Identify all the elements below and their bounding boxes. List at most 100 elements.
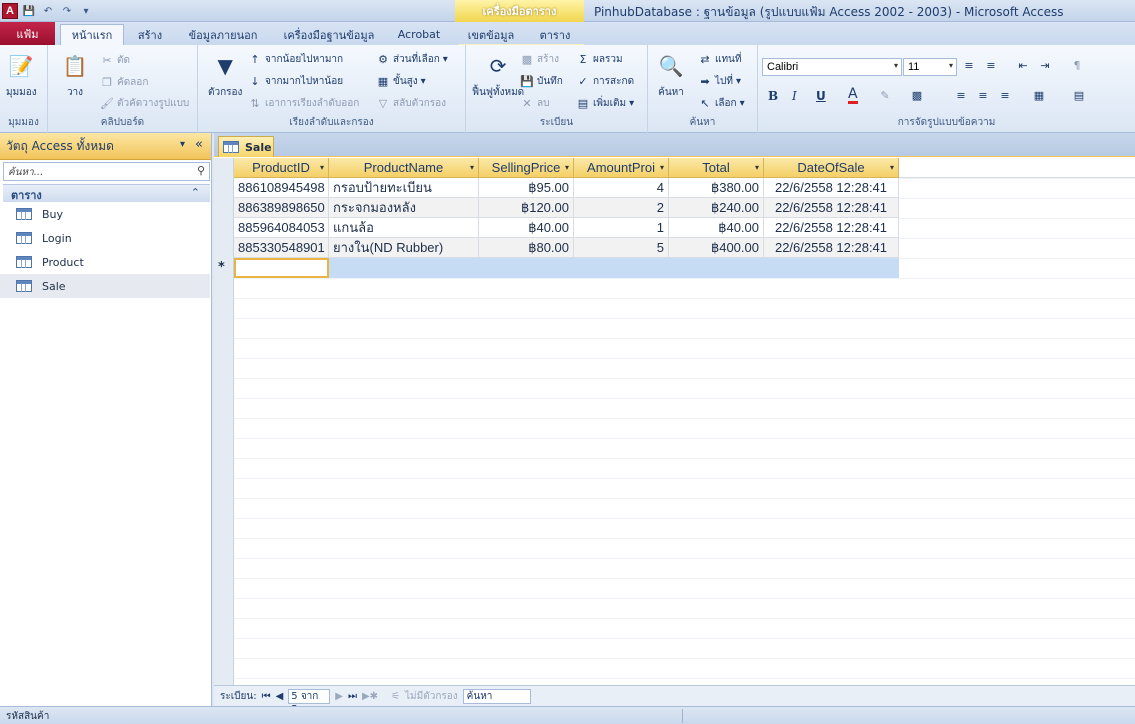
tab-home[interactable]: หน้าแรก (60, 24, 124, 45)
cell-productid[interactable]: 885330548901 (234, 238, 329, 258)
access-app-icon[interactable]: A (2, 3, 18, 19)
font-color-button[interactable]: A (848, 87, 858, 104)
format-painter-button[interactable]: 🖌 ตัวคัดวางรูปแบบ (100, 96, 189, 111)
column-header-amountproduct[interactable]: AmountProi ▾ (574, 158, 669, 178)
column-dropdown-icon[interactable]: ▾ (565, 163, 569, 172)
cell-productid[interactable]: 885964084053 (234, 218, 329, 238)
select-button[interactable]: ↖ เลือก ▾ (698, 96, 744, 111)
copy-button[interactable]: ❐ คัดลอก (100, 75, 148, 90)
cell-dateofsale[interactable]: 22/6/2558 12:28:41 (764, 178, 899, 198)
no-filter-label[interactable]: ไม่มีตัวกรอง (405, 689, 458, 704)
bullets-button[interactable]: ≡ (962, 59, 976, 73)
view-button[interactable]: 📝 มุมมอง (6, 51, 37, 100)
record-search-input[interactable]: ค้นหา (462, 688, 531, 704)
background-color-button[interactable]: ▩ (910, 89, 924, 103)
tab-external-data[interactable]: ข้อมูลภายนอก (184, 24, 262, 45)
nav-item-product[interactable]: Product (0, 250, 210, 274)
datasheet-grid[interactable]: ProductID ▾ ProductName ▾ SellingPrice ▾ Am… (214, 158, 1135, 685)
goto-button[interactable]: ➡ ไปที่ ▾ (698, 74, 741, 89)
cell-total[interactable]: ฿240.00 (669, 198, 764, 218)
sort-ascending-button[interactable]: ↑ จากน้อยไปหามาก (248, 52, 343, 67)
next-record-icon[interactable]: ▶ (335, 691, 343, 702)
alternate-row-color-button[interactable]: ▤ (1072, 89, 1086, 103)
document-tab-sale[interactable]: Sale (218, 136, 274, 157)
tab-acrobat[interactable]: Acrobat (393, 24, 445, 45)
record-selector-column[interactable] (214, 158, 234, 685)
tab-database-tools[interactable]: เครื่องมือฐานข้อมูล (280, 24, 378, 45)
tab-create[interactable]: สร้าง (132, 24, 168, 45)
font-size-select[interactable]: 11 ▾ (903, 58, 957, 76)
refresh-all-button[interactable]: ⟳ ฟื้นฟูทั้งหมด (472, 51, 524, 100)
nav-item-login[interactable]: Login (0, 226, 210, 250)
cell-amount[interactable]: 1 (574, 218, 669, 238)
align-right-button[interactable]: ≡ (998, 89, 1012, 103)
previous-record-icon[interactable]: ◀ (276, 691, 284, 702)
toggle-filter-button[interactable]: ▽ สลับตัวกรอง (376, 96, 446, 111)
first-record-icon[interactable]: ⏮ (262, 691, 271, 702)
new-record-nav-icon[interactable]: ▶✱ (362, 691, 378, 702)
selection-button[interactable]: ⚙ ส่วนที่เลือก ▾ (376, 52, 448, 67)
column-header-dateofsale[interactable]: DateOfSale ▾ (764, 158, 899, 178)
redo-icon[interactable]: ↷ (59, 3, 75, 19)
paste-button[interactable]: 📋 วาง (60, 51, 90, 100)
cell-sellingprice[interactable]: ฿40.00 (479, 218, 574, 238)
save-icon[interactable]: 💾 (21, 3, 37, 19)
column-header-productname[interactable]: ProductName ▾ (329, 158, 479, 178)
nav-pane-header[interactable]: วัตถุ Access ทั้งหมด ▾ « (0, 133, 211, 160)
paragraph-direction-button[interactable]: ¶ (1070, 59, 1084, 73)
spelling-button[interactable]: ✓ การสะกด (576, 74, 634, 89)
filter-button[interactable]: ▼ ตัวกรอง (208, 51, 242, 100)
nav-item-buy[interactable]: Buy (0, 202, 210, 226)
save-record-button[interactable]: 💾 บันทึก (520, 74, 563, 89)
cell-dateofsale[interactable]: 22/6/2558 12:28:41 (764, 238, 899, 258)
column-dropdown-icon[interactable]: ▾ (320, 163, 324, 172)
new-record-productid-cell[interactable] (234, 258, 329, 278)
column-header-total[interactable]: Total ▾ (669, 158, 764, 178)
column-dropdown-icon[interactable]: ▾ (470, 163, 474, 172)
font-name-select[interactable]: Calibri ▾ (762, 58, 902, 76)
search-icon[interactable]: ⚲ (197, 164, 205, 177)
cell-productname[interactable]: แกนล้อ (329, 218, 479, 238)
column-dropdown-icon[interactable]: ▾ (660, 163, 664, 172)
cell-productname[interactable]: ยางใน(ND Rubber) (329, 238, 479, 258)
remove-sort-button[interactable]: ⇅ เอาการเรียงลำดับออก (248, 96, 359, 111)
cell-productname[interactable]: กรอบป้ายทะเบียน (329, 178, 479, 198)
tab-table[interactable]: ตาราง (535, 24, 575, 45)
nav-group-tables[interactable]: ตาราง ⌃ (3, 184, 210, 202)
collapse-group-icon[interactable]: ⌃ (191, 186, 200, 199)
tab-file[interactable]: แฟ้ม (0, 22, 55, 45)
column-dropdown-icon[interactable]: ▾ (890, 163, 894, 172)
cell-dateofsale[interactable]: 22/6/2558 12:28:41 (764, 218, 899, 238)
last-record-icon[interactable]: ⏭ (348, 691, 357, 702)
tab-fields[interactable]: เขตข้อมูล (463, 24, 519, 45)
advanced-button[interactable]: ▦ ขั้นสูง ▾ (376, 74, 426, 89)
column-header-productid[interactable]: ProductID ▾ (234, 158, 329, 178)
increase-indent-button[interactable]: ⇥ (1038, 59, 1052, 73)
cell-total[interactable]: ฿40.00 (669, 218, 764, 238)
cell-sellingprice[interactable]: ฿120.00 (479, 198, 574, 218)
bold-button[interactable]: B (768, 89, 778, 103)
delete-record-button[interactable]: ✕ ลบ (520, 96, 549, 111)
customize-qat-icon[interactable]: ▾ (78, 3, 94, 19)
cell-productid[interactable]: 886389898650 (234, 198, 329, 218)
cut-button[interactable]: ✂ ตัด (100, 53, 130, 68)
cell-amount[interactable]: 4 (574, 178, 669, 198)
numbering-button[interactable]: ≡ (984, 59, 998, 73)
more-button[interactable]: ▤ เพิ่มเติม ▾ (576, 96, 634, 111)
cell-amount[interactable]: 5 (574, 238, 669, 258)
replace-button[interactable]: ⇄ แทนที่ (698, 52, 741, 67)
italic-button[interactable]: I (792, 89, 797, 103)
current-record-input[interactable]: 5 จาก 5 (288, 688, 331, 715)
undo-icon[interactable]: ↶ (40, 3, 56, 19)
totals-button[interactable]: Σ ผลรวม (576, 52, 623, 67)
align-left-button[interactable]: ≡ (954, 89, 968, 103)
underline-button[interactable]: U (816, 89, 826, 103)
collapse-pane-icon[interactable]: « (195, 137, 203, 152)
nav-item-sale[interactable]: Sale (0, 274, 210, 298)
cell-sellingprice[interactable]: ฿95.00 (479, 178, 574, 198)
sort-descending-button[interactable]: ↓ จากมากไปหาน้อย (248, 74, 343, 89)
cell-total[interactable]: ฿380.00 (669, 178, 764, 198)
column-dropdown-icon[interactable]: ▾ (755, 163, 759, 172)
cell-dateofsale[interactable]: 22/6/2558 12:28:41 (764, 198, 899, 218)
new-record-button[interactable]: ▩ สร้าง (520, 52, 559, 67)
